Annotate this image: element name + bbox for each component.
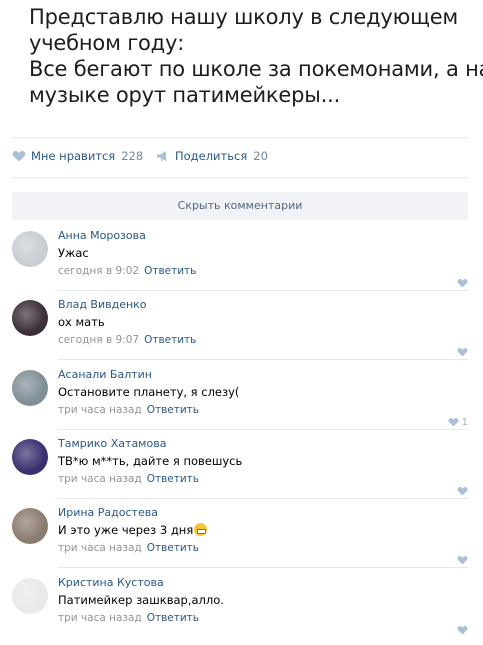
comment-body: Асанали Балтин Остановите планету, я слез… <box>58 368 468 417</box>
comment-meta: сегодня в 9:07 Ответить <box>58 333 468 347</box>
comment-text-content: Патимейкер зашквар,алло. <box>58 592 224 607</box>
heart-icon <box>457 556 468 565</box>
comment-author-link[interactable]: Асанали Балтин <box>58 368 468 382</box>
comment-like-button[interactable] <box>457 486 468 496</box>
comment-meta: три часа назад Ответить <box>58 472 468 486</box>
comment-divider <box>58 359 468 361</box>
heart-icon <box>457 279 468 288</box>
avatar[interactable] <box>12 231 48 267</box>
heart-icon <box>457 625 468 634</box>
comment-item: Анна Морозова Ужас сегодня в 9:02 Ответить <box>12 229 468 298</box>
divider <box>12 137 468 138</box>
comment-item: Ирина Радостева И это уже через 3 дня три … <box>12 506 468 575</box>
comment-divider <box>58 290 468 291</box>
comment-author-link[interactable]: Кристина Кустова <box>58 576 468 590</box>
heart-icon <box>448 418 459 427</box>
comment-text-content: ох мать <box>58 315 105 330</box>
comment-time[interactable]: три часа назад <box>58 542 142 554</box>
comment-item: Тамрико Хатамова ТВ*ю м**ть, дайте я пове… <box>12 437 468 506</box>
comment-divider <box>58 497 468 499</box>
avatar[interactable] <box>12 508 48 545</box>
comment-like-button[interactable] <box>457 278 468 288</box>
comment-time[interactable]: три часа назад <box>58 473 142 485</box>
avatar[interactable] <box>12 438 48 475</box>
share-button[interactable]: Поделиться 20 <box>156 149 268 163</box>
post-line: учебном году: <box>29 31 185 55</box>
comment-divider <box>58 428 468 430</box>
comment-text: Ужас <box>58 246 468 261</box>
comment-like-button[interactable]: 1 <box>448 417 468 428</box>
comment-text: ТВ*ю м**ть, дайте я повешусь <box>58 454 468 469</box>
reply-link[interactable]: Ответить <box>147 542 199 554</box>
reply-link[interactable]: Ответить <box>144 265 196 277</box>
comment-text: Остановите планету, я слезу( <box>58 385 468 400</box>
reply-link[interactable]: Ответить <box>147 404 199 416</box>
comment-text-content: Остановите планету, я слезу( <box>58 384 240 399</box>
comment-meta: три часа назад Ответить <box>58 611 468 625</box>
comment-text-content: Ужас <box>58 246 89 260</box>
divider <box>12 177 468 178</box>
comment-like-button[interactable] <box>457 555 468 565</box>
reply-link[interactable]: Ответить <box>144 334 196 346</box>
comment-meta: три часа назад Ответить <box>58 403 468 417</box>
post-line: Представлю нашу школу в следующем <box>29 5 459 29</box>
post-line: Все бегают по школе за покемонами, а на <box>29 57 483 81</box>
comment-body: Кристина Кустова Патимейкер зашквар,алло.… <box>58 576 468 625</box>
comment-divider <box>58 567 468 569</box>
comment-like-button[interactable] <box>457 625 468 635</box>
comment-time[interactable]: сегодня в 9:07 <box>58 334 139 346</box>
comment-author-link[interactable]: Анна Морозова <box>58 229 468 243</box>
comment-item: Кристина Кустова Патимейкер зашквар,алло.… <box>12 576 468 645</box>
comment-text-content: И это уже через 3 дня <box>58 523 194 538</box>
comment-body: Ирина Радостева И это уже через 3 дня три … <box>58 506 468 555</box>
comment-item: Асанали Балтин Остановите планету, я слез… <box>12 368 468 437</box>
like-button[interactable]: Мне нравится 228 <box>12 149 143 163</box>
comment-text: И это уже через 3 дня <box>58 523 468 538</box>
heart-icon <box>457 348 468 357</box>
comment-time[interactable]: три часа назад <box>58 404 142 416</box>
share-label: Поделиться <box>175 149 248 163</box>
post-text: Представлю нашу школу в следующем учебно… <box>29 4 483 108</box>
hide-comments-button[interactable]: Скрыть комментарии <box>12 192 468 220</box>
avatar[interactable] <box>12 300 48 337</box>
grin-emoji-icon <box>194 523 208 537</box>
comment-author-link[interactable]: Тамрико Хатамова <box>58 437 468 451</box>
comment-like-count: 1 <box>461 416 468 428</box>
like-label: Мне нравится <box>31 149 116 163</box>
like-count: 228 <box>121 149 144 163</box>
avatar[interactable] <box>12 369 48 406</box>
comment-body: Анна Морозова Ужас сегодня в 9:02 Ответить <box>58 229 468 278</box>
heart-icon <box>12 150 26 162</box>
comment-text: Патимейкер зашквар,алло. <box>58 593 468 608</box>
comment-meta: сегодня в 9:02 Ответить <box>58 264 468 278</box>
comment-author-link[interactable]: Влад Вивденко <box>58 298 468 312</box>
comment-body: Влад Вивденко ох мать сегодня в 9:07 Ответи… <box>58 298 468 347</box>
megaphone-icon <box>157 151 166 162</box>
avatar[interactable] <box>12 577 48 614</box>
comment-time[interactable]: три часа назад <box>58 612 142 624</box>
share-count: 20 <box>253 149 268 163</box>
comment-body: Тамрико Хатамова ТВ*ю м**ть, дайте я пове… <box>58 437 468 486</box>
heart-icon <box>457 486 468 496</box>
comment-text: ох мать <box>58 315 468 330</box>
post-line: музыке орут патимейкеры... <box>29 83 341 107</box>
reply-link[interactable]: Ответить <box>147 473 199 485</box>
comment-text-content: ТВ*ю м**ть, дайте я повешусь <box>58 453 243 468</box>
comment-like-button[interactable] <box>457 347 468 357</box>
comment-author-link[interactable]: Ирина Радостева <box>58 506 468 520</box>
comment-item: Влад Вивденко ох мать сегодня в 9:07 Ответи… <box>12 298 468 367</box>
comment-meta: три часа назад Ответить <box>58 541 468 555</box>
reply-link[interactable]: Ответить <box>147 612 199 624</box>
comment-time[interactable]: сегодня в 9:02 <box>58 265 139 277</box>
